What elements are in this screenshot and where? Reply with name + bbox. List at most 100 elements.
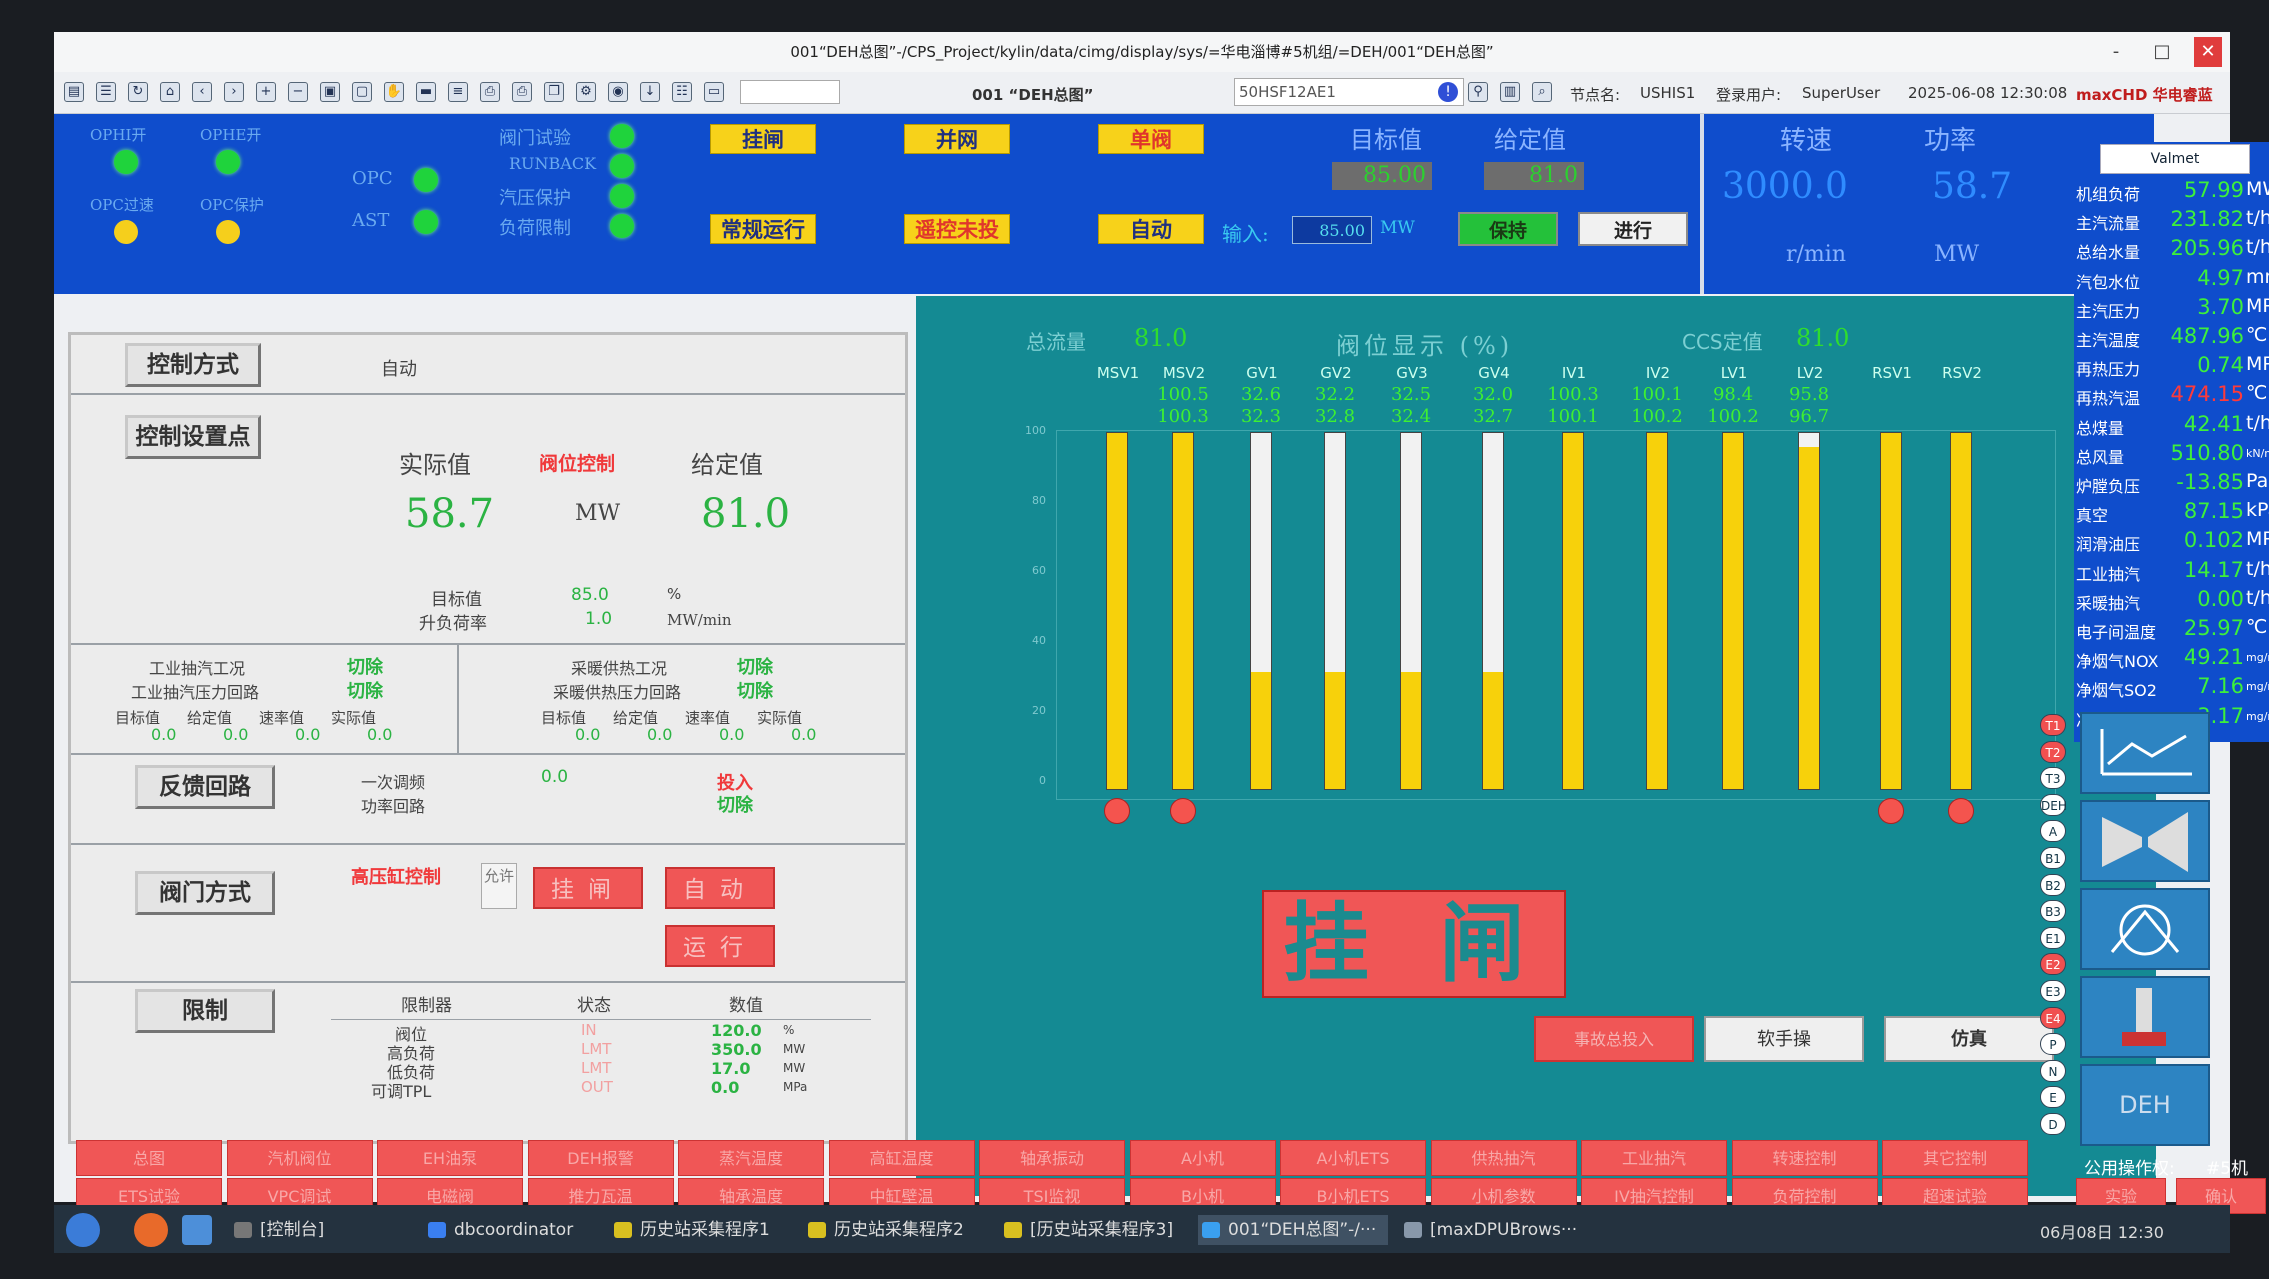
nav-button[interactable]: 其它控制 (1882, 1140, 2028, 1176)
refresh-icon[interactable]: ↻ (128, 82, 148, 102)
limit-state: LMT (581, 1040, 612, 1058)
param-label: 总给水量 (2076, 243, 2141, 263)
limit-unit: % (783, 1023, 795, 1037)
taskbar-item[interactable]: [maxDPUBrows··· (1400, 1215, 1620, 1245)
valve-cmd-value: 100.5 (1157, 384, 1209, 405)
primary-freq-value: 0.0 (541, 767, 569, 787)
monitor-icon[interactable]: ▬ (416, 82, 436, 102)
deh-icon[interactable]: DEH (2080, 1064, 2210, 1146)
speed-value: 3000.0 (1722, 166, 1848, 207)
list-icon[interactable]: ☰ (96, 82, 116, 102)
zoom-out-icon[interactable]: − (288, 82, 308, 102)
close-button[interactable]: ✕ (2194, 37, 2222, 67)
trip-latch-button[interactable]: 挂闸 (533, 867, 643, 909)
auto-button[interactable]: 自动 (1098, 214, 1204, 244)
valve-actuator-icon[interactable] (2080, 976, 2210, 1058)
fit-icon[interactable]: ▣ (320, 82, 340, 102)
files-icon[interactable] (182, 1215, 212, 1245)
single-valve-button[interactable]: 单阀 (1098, 124, 1204, 154)
search-icon[interactable]: ⌕ (1532, 82, 1552, 102)
generator-icon[interactable] (2080, 888, 2210, 970)
nav-button[interactable]: EH油泵 (377, 1140, 523, 1176)
nav-button[interactable]: 高缸温度 (828, 1140, 975, 1176)
feedback-button[interactable]: 反馈回路 (135, 765, 275, 809)
home-icon[interactable]: ⌂ (160, 82, 180, 102)
copy-icon[interactable]: ❐ (544, 82, 564, 102)
doc-icon[interactable]: ≡ (448, 82, 468, 102)
taskbar-item[interactable]: [历史站采集程序3] (1000, 1215, 1190, 1245)
toolbar-input[interactable] (740, 80, 840, 104)
app-window: 001“DEH总图”-/CPS_Project/kylin/data/cimg/… (54, 32, 2269, 1214)
settings-icon[interactable]: ⚙ (576, 82, 596, 102)
zoom-in-icon[interactable]: + (256, 82, 276, 102)
nav-button[interactable]: 总图 (76, 1140, 222, 1176)
run-button[interactable]: 运行 (665, 925, 775, 967)
valmet-logo[interactable]: Valmet (2100, 144, 2250, 174)
param-row: 采暖抽汽 0.00 t/h (2074, 587, 2269, 616)
simulation-button[interactable]: 仿真 (1884, 1016, 2054, 1062)
setpoint-button[interactable]: 控制设置点 (125, 415, 261, 459)
nav-button[interactable]: 转速控制 (1731, 1140, 1878, 1176)
save-icon[interactable]: ▤ (64, 82, 84, 102)
input-field[interactable]: 85.00 (1292, 216, 1372, 244)
maximize-button[interactable]: □ (2148, 32, 2176, 72)
valve-mode-button[interactable]: 阀门方式 (135, 871, 275, 915)
soft-manual-button[interactable]: 软手操 (1704, 1016, 1864, 1062)
control-mode-button[interactable]: 控制方式 (125, 343, 261, 387)
frame-icon[interactable]: ▢ (352, 82, 372, 102)
param-label: 机组负荷 (2076, 185, 2141, 204)
remote-button[interactable]: 遥控未投 (904, 214, 1010, 244)
param-label: 炉膛负压 (2076, 477, 2141, 496)
taskbar-item[interactable]: dbcoordinator (424, 1215, 604, 1245)
normal-run-button[interactable]: 常规运行 (710, 214, 816, 244)
status-badge: N (2040, 1059, 2066, 1082)
limit-header-name: 限制器 (401, 996, 452, 1016)
printer2-icon[interactable]: ⎙ (512, 82, 532, 102)
param-value: 87.15 (2183, 499, 2244, 524)
minimize-button[interactable]: - (2102, 32, 2130, 72)
nav-button[interactable]: A小机ETS (1280, 1140, 1426, 1176)
turbine-icon[interactable] (2080, 800, 2210, 882)
hand-icon[interactable]: ✋ (384, 82, 404, 102)
taskbar-item[interactable]: 历史站采集程序1 (610, 1215, 800, 1245)
param-row: 净烟气SO2 7.16mg/m³ (2074, 674, 2269, 703)
browser-icon[interactable] (134, 1213, 168, 1247)
hold-button[interactable]: 保持 (1458, 212, 1558, 246)
nav-button[interactable]: 轴承振动 (979, 1140, 1125, 1176)
taskbar-item[interactable]: 001“DEH总图”-/··· (1198, 1215, 1388, 1245)
heat-mode-label: 采暖供热工况 (571, 659, 668, 678)
taskbar-item[interactable]: [控制台] (230, 1215, 410, 1245)
point-search-input[interactable]: 50HSF12AE1 (1234, 78, 1464, 106)
trend-chart-icon[interactable] (2080, 712, 2210, 794)
network-icon[interactable]: ⚲ (1468, 82, 1488, 102)
auto-mode-button[interactable]: 自动 (665, 867, 775, 909)
info-icon[interactable]: ! (1438, 82, 1458, 102)
back-icon[interactable]: ‹ (192, 82, 212, 102)
nav-button[interactable]: DEH报警 (527, 1140, 674, 1176)
nav-button[interactable]: 供热抽汽 (1430, 1140, 1577, 1176)
taskbar-item[interactable]: 历史站采集程序2 (804, 1215, 994, 1245)
download-icon[interactable]: ↓ (640, 82, 660, 102)
trip-button[interactable]: 挂闸 (710, 124, 816, 154)
go-button[interactable]: 进行 (1578, 212, 1688, 246)
valve-fb-value: 100.1 (1547, 406, 1599, 427)
nav-button[interactable]: 汽机阀位 (226, 1140, 373, 1176)
nav-button[interactable]: A小机 (1129, 1140, 1276, 1176)
accident-button[interactable]: 事故总投入 (1534, 1016, 1694, 1062)
param-value: 3.70 (2197, 294, 2244, 319)
valve-bar (1562, 432, 1584, 790)
nav-button[interactable]: 蒸汽温度 (678, 1140, 824, 1176)
chart-icon[interactable]: ▥ (1500, 82, 1520, 102)
camera-icon[interactable]: ◉ (608, 82, 628, 102)
start-menu-icon[interactable] (66, 1213, 100, 1247)
window-icon[interactable]: ▭ (704, 82, 724, 102)
database-icon[interactable]: ☷ (672, 82, 692, 102)
valve-closed-indicator (1170, 798, 1196, 824)
print-icon[interactable]: ⎙ (480, 82, 500, 102)
limit-button[interactable]: 限制 (135, 989, 275, 1033)
nav-button[interactable]: 工业抽汽 (1581, 1140, 1727, 1176)
forward-icon[interactable]: › (224, 82, 244, 102)
app-icon (1404, 1222, 1422, 1238)
app-icon (1202, 1222, 1220, 1238)
grid-button[interactable]: 并网 (904, 124, 1010, 154)
